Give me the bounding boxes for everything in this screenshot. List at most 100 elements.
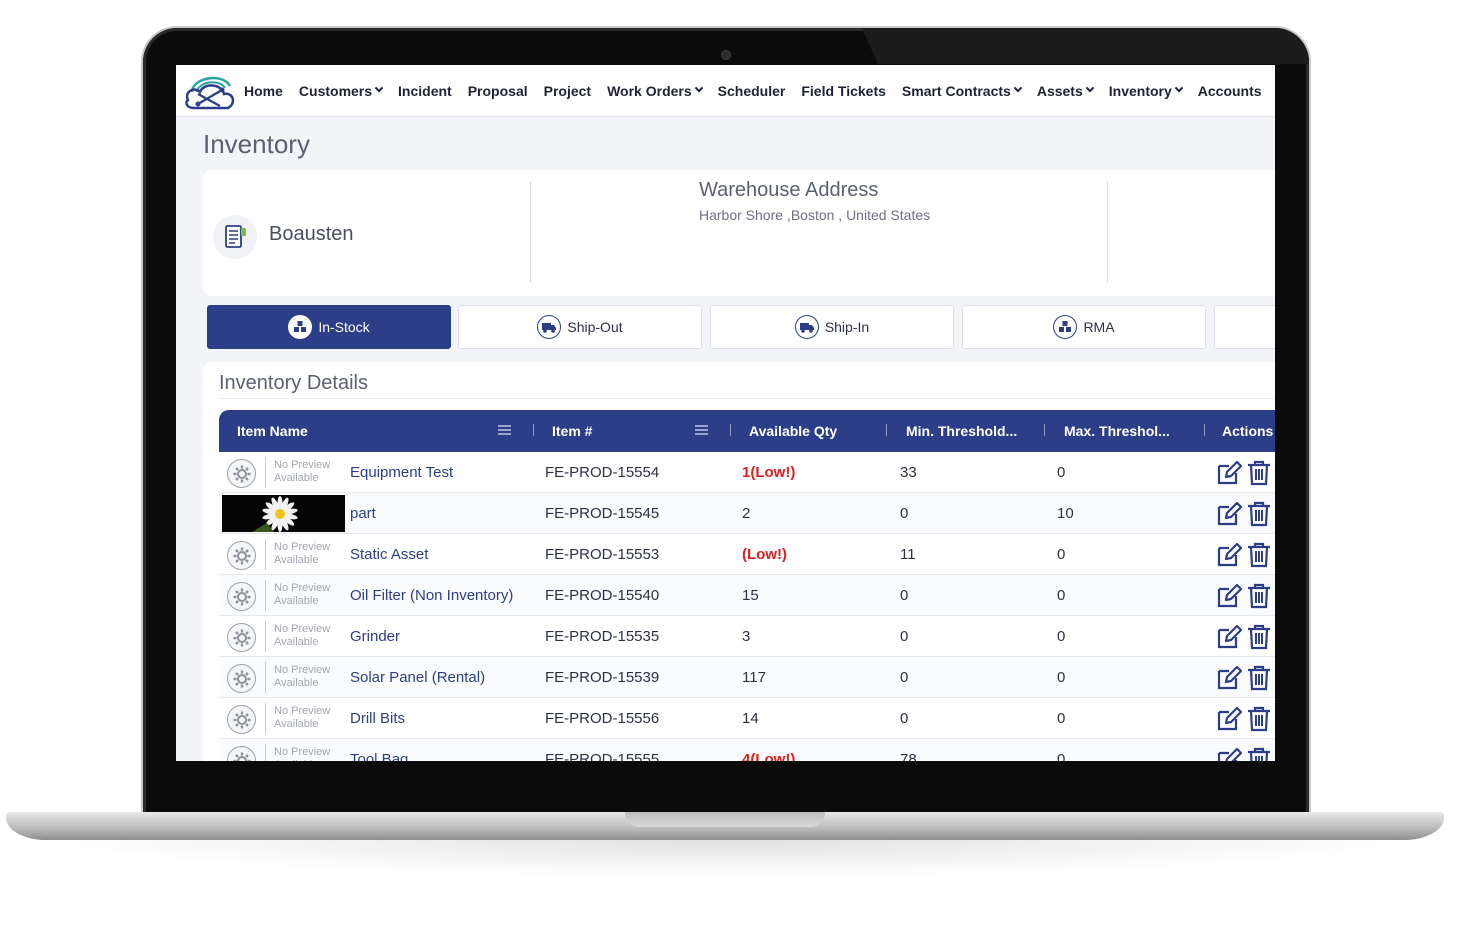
tab-in-stock[interactable]: In-Stock xyxy=(207,305,451,349)
col-available-qty-header[interactable]: Available Qty xyxy=(749,423,837,439)
col-max-threshold-header[interactable]: Max. Threshol... xyxy=(1064,423,1170,439)
item-name-link[interactable]: Solar Panel (Rental) xyxy=(350,669,485,686)
column-menu-icon[interactable] xyxy=(695,425,708,435)
no-preview-text: No PreviewAvailable xyxy=(274,541,330,567)
edit-icon[interactable] xyxy=(1216,460,1243,486)
trash-icon[interactable] xyxy=(1246,706,1272,732)
min-threshold: 78 xyxy=(900,751,917,761)
col-min-threshold-header[interactable]: Min. Threshold... xyxy=(906,423,1017,439)
edit-icon[interactable] xyxy=(1216,747,1243,761)
table-row[interactable]: No Preview Available Drill Bits FE-PROD-155… xyxy=(219,698,1275,739)
max-threshold: 0 xyxy=(1057,751,1066,761)
table-row[interactable]: No Preview Available Oil Filter (Non Inven… xyxy=(219,575,1275,616)
col-item-name-header[interactable]: Item Name xyxy=(237,423,308,439)
laptop-notch xyxy=(625,812,825,827)
edit-icon[interactable] xyxy=(1216,706,1243,732)
item-name-link[interactable]: Oil Filter (Non Inventory) xyxy=(350,587,513,604)
available-qty: 3 xyxy=(742,628,751,645)
nav-item-assets[interactable]: Assets xyxy=(1037,83,1094,99)
column-resizer[interactable] xyxy=(730,424,731,436)
warehouse-document-icon xyxy=(213,215,257,259)
edit-icon[interactable] xyxy=(1216,665,1243,691)
edit-icon[interactable] xyxy=(1216,624,1243,650)
table-row[interactable]: part FE-PROD-15545 2 0 10 xyxy=(219,493,1275,534)
no-preview-line: No Preview xyxy=(274,705,331,717)
item-name-link[interactable]: Grinder xyxy=(350,628,400,645)
nav-item-field-tickets[interactable]: Field Tickets xyxy=(801,83,886,99)
no-preview-placeholder: No PreviewAvailable xyxy=(227,621,342,652)
gear-icon xyxy=(227,623,256,652)
divider xyxy=(265,703,266,734)
item-name-link[interactable]: part xyxy=(350,505,376,522)
item-number: FE-PROD-15553 xyxy=(545,546,660,563)
no-preview-placeholder: No PreviewAvailable xyxy=(227,662,342,693)
nav-item-label: Smart Contracts xyxy=(901,83,1011,99)
warehouse-address-title: Warehouse Address xyxy=(699,179,879,201)
col-actions-header[interactable]: Actions xyxy=(1222,423,1273,439)
warehouse-address: Harbor Shore ,Boston , United States xyxy=(699,207,931,223)
tab-rma[interactable]: RMA xyxy=(962,305,1206,349)
grid-body: No Preview Available Equipment Test FE-PROD… xyxy=(219,452,1275,761)
column-menu-icon[interactable] xyxy=(498,425,511,435)
nav-item-smart-contracts[interactable]: Smart Contracts xyxy=(901,83,1023,99)
nav-item-label: Customers xyxy=(298,83,373,99)
item-thumbnail-image xyxy=(222,495,345,532)
column-resizer[interactable] xyxy=(533,424,534,436)
trash-icon[interactable] xyxy=(1246,665,1272,691)
table-row[interactable]: No PreviewAvailable Tool Bag FE-PROD-15555… xyxy=(219,739,1275,761)
column-resizer[interactable] xyxy=(1204,424,1205,436)
divider xyxy=(1107,182,1108,282)
warehouse-card: Boausten Warehouse Address Harbor Shore … xyxy=(203,170,1275,296)
table-row[interactable]: No Preview Available Grinder FE-PROD-15535 3… xyxy=(219,616,1275,657)
trash-icon[interactable] xyxy=(1246,542,1272,568)
no-preview-placeholder: No PreviewAvailable xyxy=(227,744,342,761)
truck-icon xyxy=(794,315,819,339)
nav-item-accounts[interactable]: Accounts xyxy=(1198,83,1262,99)
item-number: FE-PROD-15540 xyxy=(545,587,660,604)
trash-icon[interactable] xyxy=(1246,624,1272,650)
nav-item-customers[interactable]: Customers xyxy=(298,83,384,99)
edit-icon[interactable] xyxy=(1216,583,1243,609)
tab-ship-in[interactable]: Ship-In xyxy=(710,305,954,349)
app-logo-icon[interactable] xyxy=(182,70,238,116)
column-resizer[interactable] xyxy=(1044,424,1045,436)
nav-item-incident[interactable]: Incident xyxy=(398,83,452,99)
trash-icon[interactable] xyxy=(1246,747,1272,761)
nav-item-work-orders[interactable]: Work Orders xyxy=(607,83,703,99)
min-threshold: 0 xyxy=(900,505,909,522)
min-threshold: 0 xyxy=(900,628,909,645)
col-item-number-header[interactable]: Item # xyxy=(552,423,592,439)
no-preview-placeholder: No PreviewAvailable xyxy=(227,457,342,488)
item-name-link[interactable]: Drill Bits xyxy=(350,710,405,727)
item-name-link[interactable]: Equipment Test xyxy=(350,464,453,481)
max-threshold: 0 xyxy=(1057,710,1066,727)
edit-icon[interactable] xyxy=(1216,542,1243,568)
nav-item-home[interactable]: Home xyxy=(244,83,283,99)
nav-item-scheduler[interactable]: Scheduler xyxy=(718,83,786,99)
item-name-link[interactable]: Static Asset xyxy=(350,546,428,563)
no-preview-line: No Preview xyxy=(274,582,331,594)
tab-history[interactable] xyxy=(1214,305,1275,349)
table-row[interactable]: No Preview Available Equipment Test FE-PROD… xyxy=(219,452,1275,493)
inventory-grid: Item Name Item # Available Qty Min. Thresho… xyxy=(219,410,1275,761)
nav-item-inventory[interactable]: Inventory xyxy=(1109,83,1184,99)
divider xyxy=(265,580,266,611)
table-row[interactable]: No Preview Available Solar Panel (Rental) F… xyxy=(219,657,1275,698)
max-threshold: 0 xyxy=(1057,546,1066,563)
item-name-link[interactable]: Tool Bag xyxy=(350,751,408,761)
tab-label: Ship-Out xyxy=(567,319,623,335)
trash-icon[interactable] xyxy=(1246,501,1272,527)
table-row[interactable]: No Preview Available Static Asset FE-PROD-1… xyxy=(219,534,1275,575)
item-number: FE-PROD-15556 xyxy=(545,710,660,727)
tab-ship-out[interactable]: Ship-Out xyxy=(458,305,702,349)
max-threshold: 0 xyxy=(1057,669,1066,686)
column-resizer[interactable] xyxy=(886,424,887,436)
edit-icon[interactable] xyxy=(1216,501,1243,527)
nav-item-proposal[interactable]: Proposal xyxy=(468,83,528,99)
trash-icon[interactable] xyxy=(1246,460,1272,486)
no-preview-line: Available xyxy=(274,677,319,689)
trash-icon[interactable] xyxy=(1246,583,1272,609)
min-threshold: 11 xyxy=(900,546,916,563)
nav-item-label: Proposal xyxy=(467,83,528,99)
nav-item-project[interactable]: Project xyxy=(544,83,591,99)
